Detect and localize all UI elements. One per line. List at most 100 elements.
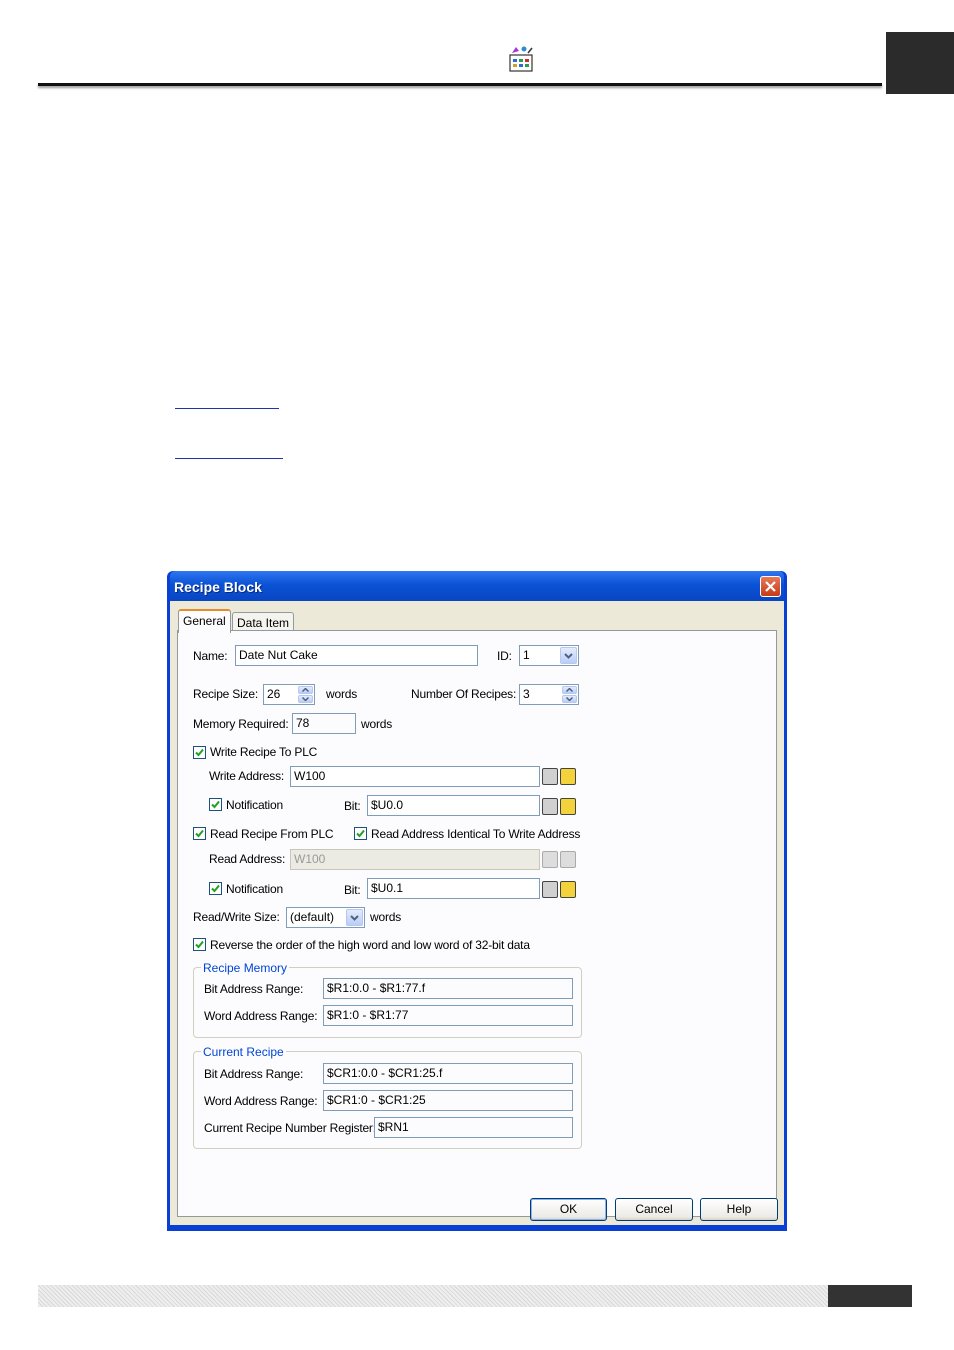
read-address-value: W100 xyxy=(294,852,326,866)
ok-button[interactable]: OK xyxy=(530,1198,607,1221)
cr-word-range-value: $CR1:0 - $CR1:25 xyxy=(327,1093,426,1107)
number-of-recipes-spin[interactable] xyxy=(562,686,577,703)
rm-bit-range-field: $R1:0.0 - $R1:77.f xyxy=(323,978,573,999)
read-recipe-checkbox[interactable] xyxy=(193,827,206,840)
read-address-label: Read Address: xyxy=(209,852,286,866)
checkmark-icon xyxy=(211,884,220,893)
name-label: Name: xyxy=(193,649,228,663)
calculator-icon[interactable] xyxy=(542,881,558,898)
checkmark-icon xyxy=(211,800,220,809)
number-of-recipes-value: 3 xyxy=(523,687,530,701)
read-address-input: W100 xyxy=(290,849,540,870)
recipe-memory-title: Recipe Memory xyxy=(201,961,290,975)
rm-word-range-label: Word Address Range: xyxy=(204,1009,318,1023)
write-bit-label: Bit: xyxy=(344,799,361,813)
tag-browse-icon xyxy=(560,851,576,868)
number-of-recipes-stepper[interactable]: 3 xyxy=(519,684,579,705)
tag-browse-icon[interactable] xyxy=(560,768,576,785)
write-address-label: Write Address: xyxy=(209,769,285,783)
close-icon xyxy=(765,581,776,592)
calculator-icon[interactable] xyxy=(542,798,558,815)
calculator-icon[interactable] xyxy=(542,768,558,785)
spin-down-button[interactable] xyxy=(562,695,577,703)
hyperlink-underline-1[interactable] xyxy=(175,408,279,409)
words-label-2: words xyxy=(361,717,393,731)
name-input[interactable]: Date Nut Cake xyxy=(235,645,478,666)
cr-word-range-field: $CR1:0 - $CR1:25 xyxy=(323,1090,573,1111)
memory-required-field: 78 xyxy=(292,713,356,734)
reverse-order-checkbox[interactable] xyxy=(193,938,206,951)
tag-browse-icon[interactable] xyxy=(560,881,576,898)
footer-page-tab xyxy=(828,1285,912,1307)
recipe-size-stepper[interactable]: 26 xyxy=(263,684,315,705)
cr-number-register-field: $RN1 xyxy=(374,1117,573,1138)
chevron-down-icon xyxy=(564,653,573,659)
read-bit-label: Bit: xyxy=(344,883,361,897)
cr-bit-range-label: Bit Address Range: xyxy=(204,1067,304,1081)
spin-up-button[interactable] xyxy=(298,686,313,694)
checkmark-icon xyxy=(195,748,204,757)
spin-up-button[interactable] xyxy=(562,686,577,694)
rm-bit-range-label: Bit Address Range: xyxy=(204,982,304,996)
checkmark-icon xyxy=(195,829,204,838)
tab-general[interactable]: General xyxy=(178,609,231,633)
rm-word-range-field: $R1:0 - $R1:77 xyxy=(323,1005,573,1026)
rw-size-select[interactable]: (default) xyxy=(286,907,365,928)
arrow-down-icon xyxy=(302,697,309,701)
app-icon xyxy=(506,44,536,74)
cancel-button[interactable]: Cancel xyxy=(615,1198,693,1221)
recipe-size-spin[interactable] xyxy=(298,686,313,703)
arrow-up-icon xyxy=(566,688,573,692)
id-select-value: 1 xyxy=(523,648,530,662)
dialog-title: Recipe Block xyxy=(174,579,262,595)
id-label: ID: xyxy=(497,649,512,663)
tag-browse-icon[interactable] xyxy=(560,798,576,815)
rw-size-dropdown-button[interactable] xyxy=(346,909,363,926)
cr-bit-range-value: $CR1:0.0 - $CR1:25.f xyxy=(327,1066,443,1080)
number-of-recipes-label: Number Of Recipes: xyxy=(411,687,517,701)
dialog-client-area: General Data Item Name: Date Nut Cake ID… xyxy=(170,601,784,1225)
read-identical-label: Read Address Identical To Write Address xyxy=(371,827,581,841)
hyperlink-underline-2[interactable] xyxy=(175,458,283,459)
help-button[interactable]: Help xyxy=(700,1198,778,1221)
read-notification-label: Notification xyxy=(226,882,283,896)
read-notification-checkbox[interactable] xyxy=(209,882,222,895)
checkmark-icon xyxy=(356,829,365,838)
read-bit-input[interactable]: $U0.1 xyxy=(367,878,540,899)
write-recipe-checkbox[interactable] xyxy=(193,746,206,759)
rw-size-value: (default) xyxy=(290,910,335,924)
cr-number-register-label: Current Recipe Number Register: xyxy=(204,1121,376,1135)
write-bit-input[interactable]: $U0.0 xyxy=(367,795,540,816)
title-bar[interactable]: Recipe Block xyxy=(170,571,784,601)
chapter-tab xyxy=(886,32,954,94)
tab-data-item[interactable]: Data Item xyxy=(232,612,295,632)
write-address-value: W100 xyxy=(294,769,326,783)
header-rule xyxy=(38,83,882,86)
write-address-input[interactable]: W100 xyxy=(290,766,540,787)
close-button[interactable] xyxy=(760,576,781,597)
arrow-up-icon xyxy=(302,688,309,692)
cr-number-register-value: $RN1 xyxy=(378,1120,409,1134)
chevron-down-icon xyxy=(350,915,359,921)
words-label-3: words xyxy=(370,910,402,924)
name-input-value: Date Nut Cake xyxy=(239,648,318,662)
calculator-icon xyxy=(542,851,558,868)
general-tab-panel: Name: Date Nut Cake ID: 1 Recipe Size: 2… xyxy=(177,630,777,1217)
reverse-order-label: Reverse the order of the high word and l… xyxy=(210,938,530,952)
words-label-1: words xyxy=(326,687,358,701)
footer-bar xyxy=(38,1285,828,1307)
recipe-block-dialog: Recipe Block General Data Item Name: Dat… xyxy=(167,571,787,1231)
read-recipe-label: Read Recipe From PLC xyxy=(210,827,334,841)
memory-required-label: Memory Required: xyxy=(193,717,289,731)
id-dropdown-button[interactable] xyxy=(560,647,577,664)
rm-bit-range-value: $R1:0.0 - $R1:77.f xyxy=(327,981,426,995)
checkmark-icon xyxy=(195,940,204,949)
id-select[interactable]: 1 xyxy=(519,645,579,666)
spin-down-button[interactable] xyxy=(298,695,313,703)
memory-required-value: 78 xyxy=(296,716,310,730)
write-recipe-label: Write Recipe To PLC xyxy=(210,745,318,759)
write-notification-checkbox[interactable] xyxy=(209,798,222,811)
read-bit-value: $U0.1 xyxy=(371,881,404,895)
read-identical-checkbox[interactable] xyxy=(354,827,367,840)
recipe-size-value: 26 xyxy=(267,687,281,701)
